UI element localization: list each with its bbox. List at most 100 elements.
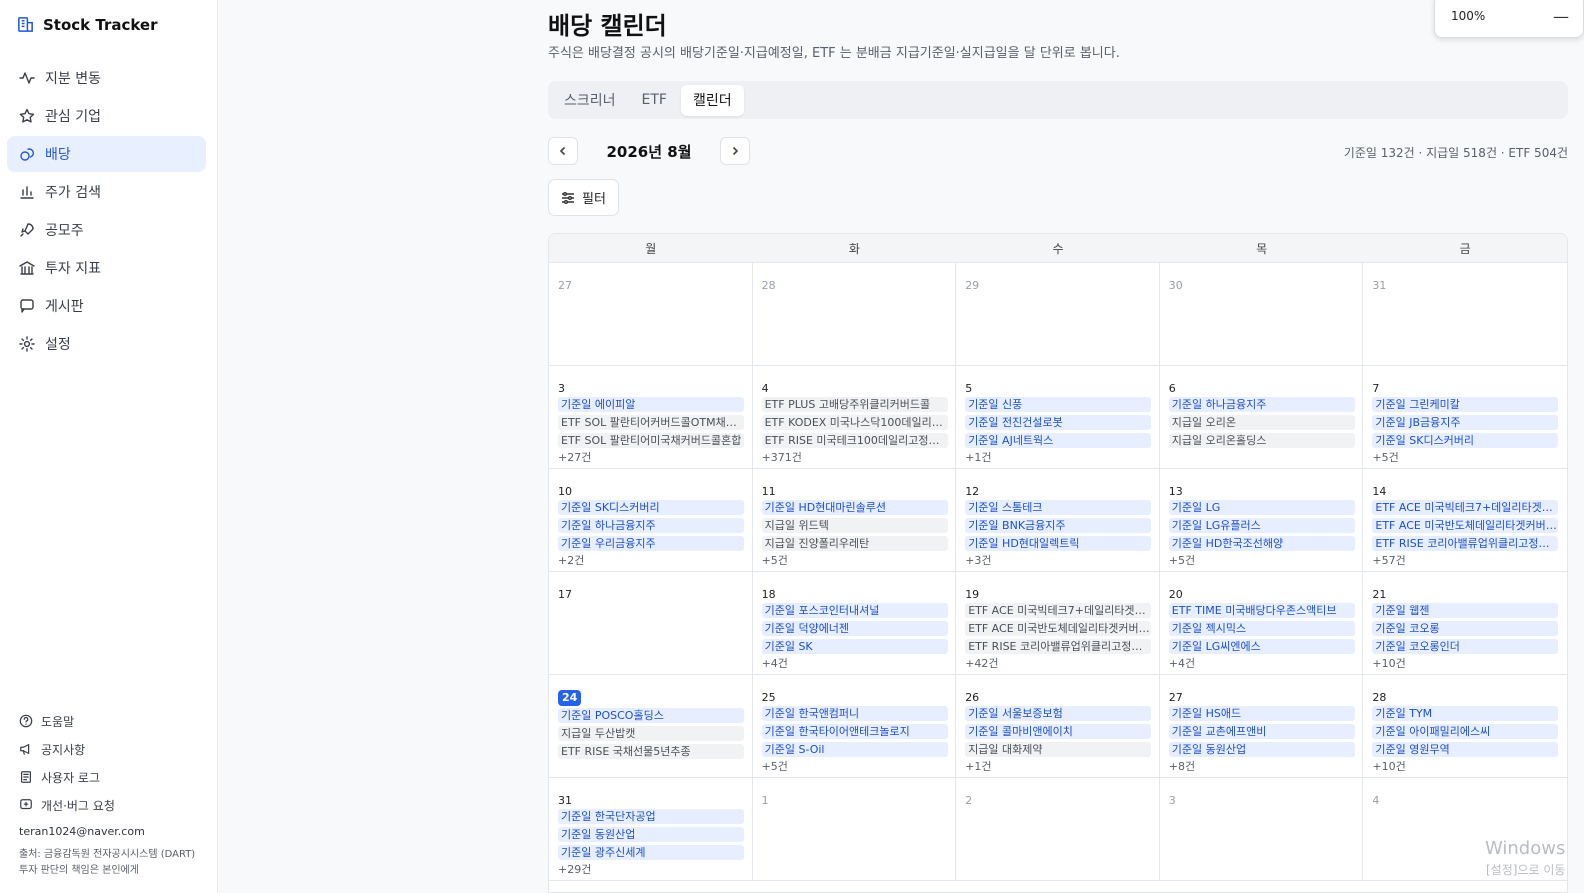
calendar-day-cell[interactable]: 3 xyxy=(1159,778,1364,881)
calendar-event[interactable]: 기준일 교촌에프앤비 xyxy=(1168,724,1355,739)
calendar-day-cell[interactable]: 1 xyxy=(752,778,957,881)
calendar-day-cell[interactable]: 27 기준일 HS애드 기준일 교촌에프앤비 기준일 동원산업 +8건 xyxy=(1159,675,1364,778)
calendar-day-cell[interactable]: 29 xyxy=(956,263,1160,366)
calendar-day-cell[interactable]: 7 기준일 그린케미칼 기준일 JB금융지주 기준일 SK디스커버리 +5건 xyxy=(1363,366,1567,469)
calendar-event[interactable]: 기준일 AJ네트웍스 xyxy=(965,433,1152,448)
calendar-event[interactable]: 기준일 한국타이어앤테크놀로지 xyxy=(761,724,948,739)
calendar-day-cell[interactable]: 17 xyxy=(549,572,753,675)
calendar-event[interactable]: 기준일 그린케미칼 xyxy=(1372,397,1559,412)
footer-link-4[interactable]: 개선·버그 요청 xyxy=(19,791,115,819)
calendar-event[interactable]: ETF KODEX 미국나스닥100데일리커버드콜OTM xyxy=(761,415,948,430)
calendar-event[interactable]: 기준일 코오롱 xyxy=(1372,621,1559,636)
calendar-day-cell[interactable]: 12 기준일 스톰테크 기준일 BNK금융지주 기준일 HD현대일렉트릭 +3건 xyxy=(956,469,1160,572)
more-events-link[interactable]: +4건 xyxy=(1169,657,1357,671)
calendar-day-cell[interactable]: 31 xyxy=(1363,263,1567,366)
tab-1[interactable]: 스크리너 xyxy=(552,85,628,116)
sidebar-item-4[interactable]: 주가 검색 xyxy=(7,174,206,210)
calendar-event[interactable]: 기준일 HS애드 xyxy=(1168,706,1355,721)
calendar-day-cell[interactable]: 6 기준일 하나금융지주 지급일 오리온 지급일 오리온홀딩스 xyxy=(1159,366,1364,469)
more-events-link[interactable]: +27건 xyxy=(558,451,746,465)
calendar-event[interactable]: 기준일 하나금융지주 xyxy=(1168,397,1355,412)
calendar-event[interactable]: ETF ACE 미국빅테크7+데일리타겟커버드콜 xyxy=(965,603,1152,618)
footer-link-2[interactable]: 공지사항 xyxy=(19,735,115,763)
brand-logo[interactable]: Stock Tracker xyxy=(16,15,158,34)
sidebar-item-2[interactable]: 관심 기업 xyxy=(7,98,206,134)
sidebar-item-1[interactable]: 지분 변동 xyxy=(7,60,206,96)
calendar-event[interactable]: ETF RISE 국채선물5년추종 xyxy=(558,744,744,759)
filter-button[interactable]: 필터 xyxy=(548,179,619,216)
calendar-day-cell[interactable]: 10 기준일 SK디스커버리 기준일 하나금융지주 기준일 우리금융지주 +2건 xyxy=(549,469,753,572)
calendar-event[interactable]: ETF RISE 미국테크100데일리고정커버드콜 xyxy=(761,433,948,448)
calendar-day-cell[interactable]: 31 기준일 한국단자공업 기준일 동원산업 기준일 광주신세계 +29건 xyxy=(549,778,753,881)
calendar-day-cell[interactable]: 27 xyxy=(549,263,753,366)
calendar-event[interactable]: ETF ACE 미국빅테크7+데일리타겟커버드콜 xyxy=(1372,500,1559,515)
calendar-event[interactable]: 기준일 웹젠 xyxy=(1372,603,1559,618)
calendar-event[interactable]: 기준일 SK xyxy=(761,639,948,654)
calendar-event[interactable]: ETF PLUS 고배당주위클리커버드콜 xyxy=(761,397,948,412)
sidebar-item-7[interactable]: 게시판 xyxy=(7,288,206,324)
calendar-day-cell[interactable]: 19 ETF ACE 미국빅테크7+데일리타겟커버드콜 ETF ACE 미국반도체데… xyxy=(956,572,1160,675)
calendar-event[interactable]: 기준일 HD한국조선해양 xyxy=(1168,536,1355,551)
calendar-event[interactable]: 지급일 진양폴리우레탄 xyxy=(761,536,948,551)
more-events-link[interactable]: +4건 xyxy=(762,657,950,671)
calendar-event[interactable]: ETF TIME 미국배당다우존스액티브 xyxy=(1168,603,1355,618)
calendar-event[interactable]: 기준일 우리금융지주 xyxy=(558,536,744,551)
calendar-day-cell[interactable]: 2 xyxy=(956,778,1160,881)
calendar-event[interactable]: 지급일 두산밥캣 xyxy=(558,726,744,741)
sidebar-item-6[interactable]: 투자 지표 xyxy=(7,250,206,286)
calendar-event[interactable]: 기준일 LG유플러스 xyxy=(1168,518,1355,533)
calendar-day-cell[interactable]: 21 기준일 웹젠 기준일 코오롱 기준일 코오롱인더 +10건 xyxy=(1363,572,1567,675)
calendar-event[interactable]: 기준일 SK디스커버리 xyxy=(558,500,744,515)
calendar-day-cell[interactable]: 18 기준일 포스코인터내셔널 기준일 덕양에너젠 기준일 SK +4건 xyxy=(752,572,957,675)
calendar-event[interactable]: 기준일 LG씨엔에스 xyxy=(1168,639,1355,654)
calendar-event[interactable]: 기준일 한국앤컴퍼니 xyxy=(761,706,948,721)
calendar-day-cell[interactable]: 28 기준일 TYM 기준일 아이패밀리에스씨 기준일 영원무역 +10건 xyxy=(1363,675,1567,778)
more-events-link[interactable]: +10건 xyxy=(1372,657,1561,671)
calendar-event[interactable]: 기준일 HD현대일렉트릭 xyxy=(965,536,1152,551)
calendar-event[interactable]: ETF SOL 팔란티어커버드콜OTM채권혼합 xyxy=(558,415,744,430)
calendar-event[interactable]: 지급일 위드텍 xyxy=(761,518,948,533)
calendar-day-cell[interactable]: 3 기준일 에이피알 ETF SOL 팔란티어커버드콜OTM채권혼합 ETF SOL … xyxy=(549,366,753,469)
calendar-event[interactable]: 기준일 동원산업 xyxy=(1168,742,1355,757)
calendar-event[interactable]: ETF RISE 코리아밸류업위클리고정커버드콜 xyxy=(1372,536,1559,551)
calendar-event[interactable]: 기준일 전진건설로봇 xyxy=(965,415,1152,430)
calendar-event[interactable]: 기준일 TYM xyxy=(1372,706,1559,721)
more-events-link[interactable]: +5건 xyxy=(1372,451,1561,465)
sidebar-item-8[interactable]: 설정 xyxy=(7,326,206,362)
calendar-event[interactable]: 기준일 영원무역 xyxy=(1372,742,1559,757)
calendar-event[interactable]: 기준일 에이피알 xyxy=(558,397,744,412)
calendar-event[interactable]: 기준일 젝시믹스 xyxy=(1168,621,1355,636)
calendar-event[interactable]: 기준일 포스코인터내셔널 xyxy=(761,603,948,618)
calendar-event[interactable]: 기준일 하나금융지주 xyxy=(558,518,744,533)
calendar-event[interactable]: 기준일 아이패밀리에스씨 xyxy=(1372,724,1559,739)
more-events-link[interactable]: +1건 xyxy=(965,451,1153,465)
calendar-event[interactable]: 지급일 대화제약 xyxy=(965,742,1152,757)
calendar-event[interactable]: ETF ACE 미국반도체데일리타겟커버드콜 xyxy=(1372,518,1559,533)
calendar-event[interactable]: 기준일 HD현대마린솔루션 xyxy=(761,500,948,515)
more-events-link[interactable]: +8건 xyxy=(1169,760,1357,774)
calendar-event[interactable]: ETF ACE 미국반도체데일리타겟커버드콜 xyxy=(965,621,1152,636)
more-events-link[interactable]: +5건 xyxy=(762,760,950,774)
sidebar-item-5[interactable]: 공모주 xyxy=(7,212,206,248)
calendar-event[interactable]: 기준일 JB금융지주 xyxy=(1372,415,1559,430)
calendar-day-cell[interactable]: 30 xyxy=(1159,263,1364,366)
calendar-day-cell[interactable]: 5 기준일 신풍 기준일 전진건설로봇 기준일 AJ네트웍스 +1건 xyxy=(956,366,1160,469)
more-events-link[interactable]: +57건 xyxy=(1372,554,1561,568)
calendar-event[interactable]: 기준일 광주신세계 xyxy=(558,845,744,860)
calendar-day-cell[interactable]: 14 ETF ACE 미국빅테크7+데일리타겟커버드콜 ETF ACE 미국반도체데… xyxy=(1363,469,1567,572)
more-events-link[interactable]: +5건 xyxy=(762,554,950,568)
calendar-event[interactable]: 기준일 BNK금융지주 xyxy=(965,518,1152,533)
calendar-day-cell[interactable]: 26 기준일 서울보증보험 기준일 콜마비앤에이치 지급일 대화제약 +1건 xyxy=(956,675,1160,778)
calendar-event[interactable]: 기준일 LG xyxy=(1168,500,1355,515)
calendar-day-cell[interactable]: 11 기준일 HD현대마린솔루션 지급일 위드텍 지급일 진양폴리우레탄 +5건 xyxy=(752,469,957,572)
calendar-event[interactable]: 기준일 덕양에너젠 xyxy=(761,621,948,636)
calendar-event[interactable]: ETF SOL 팔란티어미국채커버드콜혼합 xyxy=(558,433,744,448)
calendar-event[interactable]: 기준일 POSCO홀딩스 xyxy=(558,708,744,723)
more-events-link[interactable]: +3건 xyxy=(965,554,1153,568)
calendar-event[interactable]: 기준일 동원산업 xyxy=(558,827,744,842)
calendar-event[interactable]: ETF RISE 코리아밸류업위클리고정커버드콜 xyxy=(965,639,1152,654)
calendar-event[interactable]: 기준일 스톰테크 xyxy=(965,500,1152,515)
sidebar-item-3[interactable]: 배당 xyxy=(7,136,206,172)
more-events-link[interactable]: +371건 xyxy=(762,451,950,465)
calendar-event[interactable]: 기준일 SK디스커버리 xyxy=(1372,433,1559,448)
